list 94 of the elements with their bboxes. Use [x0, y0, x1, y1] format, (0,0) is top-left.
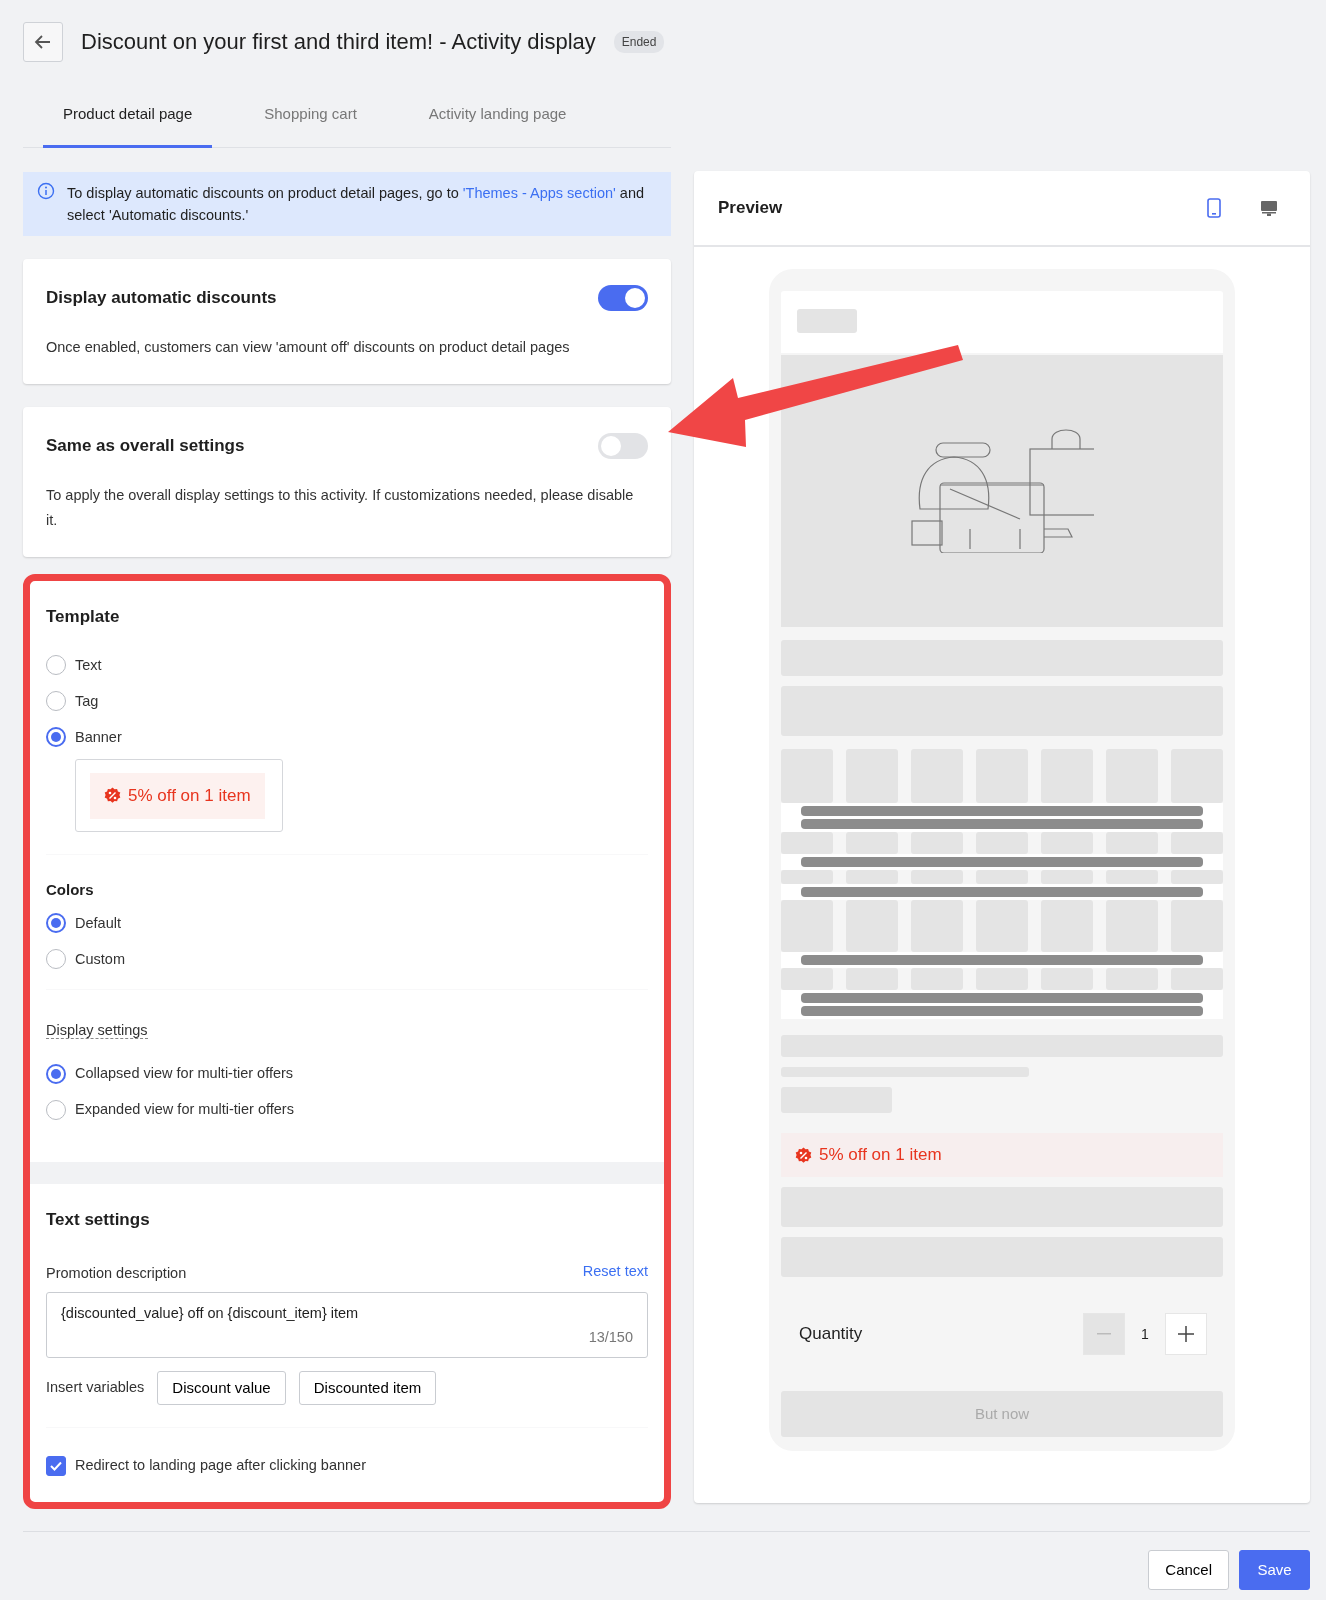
cancel-button[interactable]: Cancel	[1148, 1550, 1229, 1591]
card-title: Same as overall settings	[46, 435, 245, 457]
skeleton-block	[1171, 749, 1223, 803]
skeleton-block	[976, 968, 1028, 990]
radio-button[interactable]	[46, 949, 66, 970]
option-label: Text	[75, 655, 102, 675]
save-button[interactable]: Save	[1239, 1550, 1310, 1591]
skeleton-block	[1106, 968, 1158, 990]
quantity-value: 1	[1140, 1324, 1150, 1344]
skeleton-block	[1171, 968, 1223, 990]
info-icon	[37, 182, 55, 200]
checkbox[interactable]	[46, 1456, 66, 1477]
skeleton-block	[781, 832, 833, 854]
option-label: Default	[75, 913, 121, 933]
toggle-switch[interactable]	[598, 433, 648, 459]
description-field[interactable]: {discounted_value} off on {discount_item} item 13/150	[46, 1291, 648, 1358]
page-title: Discount on your first and third item! - Activity display	[81, 28, 596, 56]
radio-button[interactable]	[46, 727, 66, 748]
skeleton-block	[1106, 832, 1158, 854]
themes-link[interactable]: 'Themes - Apps section'	[462, 185, 616, 201]
skeleton-block	[1041, 749, 1093, 803]
plus-icon	[1177, 1325, 1195, 1343]
radio-button[interactable]	[46, 1064, 66, 1085]
option-label: Tag	[75, 691, 99, 711]
section-title: Text settings	[46, 1210, 151, 1231]
character-counter: 13/150	[588, 1327, 633, 1347]
skeleton-block	[846, 968, 898, 990]
skeleton-block	[976, 749, 1028, 803]
preview-title: Preview	[718, 197, 783, 219]
skeleton-block	[1041, 968, 1093, 990]
tab[interactable]: Product detail page	[43, 84, 213, 148]
option-label: Banner	[75, 727, 122, 747]
skeleton-block	[1171, 832, 1223, 854]
radio-button[interactable]	[46, 691, 66, 712]
option-label: Collapsed view for multi-tier offers	[75, 1064, 294, 1084]
quantity-label: Quantity	[799, 1323, 863, 1346]
discount-badge-icon	[795, 1146, 812, 1164]
radio-button[interactable]	[46, 1100, 66, 1121]
status-badge: Ended	[613, 31, 665, 53]
minus-icon	[1097, 1333, 1111, 1335]
option-label: Custom	[75, 949, 125, 969]
discount-badge-icon	[104, 787, 121, 805]
skeleton-block	[846, 749, 898, 803]
card-description: Once enabled, customers can view 'amount off' discounts on product detail pages	[46, 338, 571, 357]
skeleton-block	[911, 900, 963, 952]
monitor-icon[interactable]	[1260, 199, 1278, 217]
skeleton-block	[911, 968, 963, 990]
skeleton-block	[1041, 900, 1093, 952]
skeleton-block	[846, 870, 898, 884]
skeleton-block	[797, 309, 857, 333]
back-button[interactable]	[23, 22, 63, 62]
toggle-switch[interactable]	[598, 285, 648, 311]
field-label: Promotion description	[46, 1263, 187, 1283]
banner-text: 5% off on 1 item	[128, 785, 251, 808]
skeleton-block	[846, 832, 898, 854]
skeleton-block	[1106, 870, 1158, 884]
skeleton-block	[976, 900, 1028, 952]
skeleton-block	[781, 900, 833, 952]
skeleton-block	[1041, 832, 1093, 854]
info-text: To display automatic discounts on product detail pages, go to 'Themes - Apps section' and select 'Automatic discounts.'	[67, 184, 646, 225]
variable-button[interactable]: Discount value	[157, 1370, 286, 1406]
check-icon	[50, 1461, 62, 1472]
card-description: To apply the overall display settings to this activity. If customizations needed, please disable it.	[46, 486, 635, 530]
skeleton-block	[976, 870, 1028, 884]
reset-link[interactable]: Reset text	[582, 1260, 648, 1286]
skeleton-block	[976, 832, 1028, 854]
section-title: Template	[46, 607, 121, 628]
variable-button[interactable]: Discounted item	[298, 1370, 437, 1406]
radio-button[interactable]	[46, 913, 66, 934]
skeleton-block	[846, 900, 898, 952]
skeleton-block	[781, 968, 833, 990]
tab[interactable]: Shopping cart	[244, 84, 377, 148]
skeleton-block	[1106, 900, 1158, 952]
skeleton-block	[911, 832, 963, 854]
skeleton-block	[1106, 749, 1158, 803]
skeleton-block	[911, 749, 963, 803]
option-label: Expanded view for multi-tier offers	[75, 1100, 294, 1120]
skeleton-block	[1041, 870, 1093, 884]
skeleton-block	[911, 870, 963, 884]
field-value: {discounted_value} off on {discount_item} item	[61, 1304, 359, 1321]
skeleton-block	[781, 870, 833, 884]
radio-button[interactable]	[46, 655, 66, 676]
skeleton-block	[1171, 900, 1223, 952]
section-title: Display settings	[46, 1022, 148, 1040]
phone-icon[interactable]	[1206, 198, 1222, 218]
card-title: Display automatic discounts	[46, 287, 277, 309]
skeleton-block	[1171, 870, 1223, 884]
insert-label: Insert variables	[46, 1378, 145, 1398]
increase-button[interactable]	[1165, 1313, 1207, 1355]
skeleton-block	[781, 749, 833, 803]
banner-text: 5% off on 1 item	[819, 1144, 942, 1167]
checkbox-label: Redirect to landing page after clicking banner	[75, 1456, 366, 1476]
tab[interactable]: Activity landing page	[408, 84, 587, 148]
section-title: Colors	[46, 881, 95, 900]
